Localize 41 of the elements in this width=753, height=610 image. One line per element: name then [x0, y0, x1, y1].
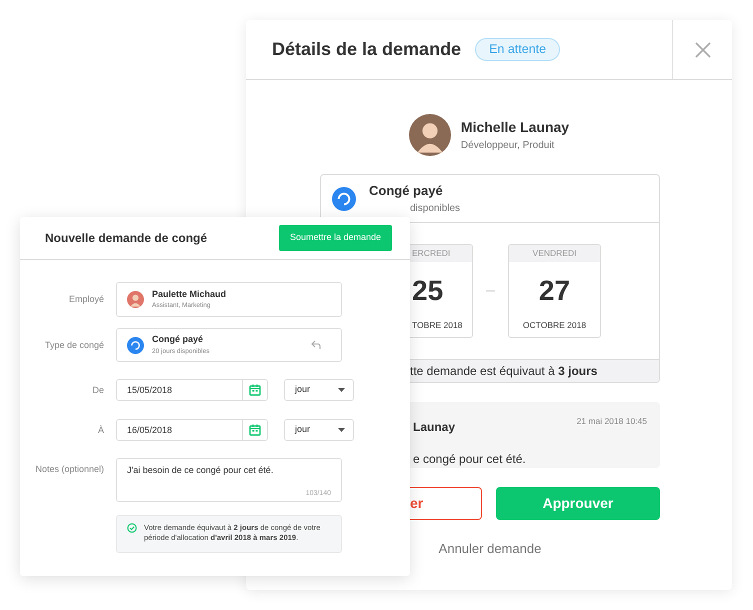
- field-label: Notes (optionnel): [34, 463, 104, 476]
- field-label: Type de congé: [44, 339, 104, 352]
- leave-type-name: Congé payé: [152, 333, 204, 346]
- unit-select[interactable]: jour: [284, 419, 354, 441]
- caret-icon: [338, 428, 345, 432]
- date-field[interactable]: 16/05/2018: [116, 419, 268, 441]
- employee-name: Paulette Michaud: [152, 288, 226, 301]
- check-icon: [127, 523, 137, 533]
- status-badge: En attente: [475, 38, 560, 61]
- employee-name: Michelle Launay: [460, 118, 570, 137]
- date-field[interactable]: 15/05/2018: [116, 379, 268, 401]
- close-icon: [694, 42, 710, 58]
- undo-icon[interactable]: [311, 340, 321, 350]
- comment-text: e congé pour cet été.: [413, 451, 527, 468]
- caret-icon: [338, 388, 345, 392]
- month-label: TOBRE 2018: [411, 319, 464, 332]
- avatar: [127, 291, 144, 308]
- cancel-link[interactable]: Annuler demande: [438, 541, 542, 556]
- field-label: À: [96, 424, 104, 437]
- comment-author: Launay: [413, 419, 456, 436]
- calendar-icon[interactable]: [249, 424, 261, 436]
- avatar: [408, 114, 451, 156]
- unit-select[interactable]: jour: [284, 379, 354, 401]
- notes-text: J'ai besoin de ce congé pour cet été.: [127, 464, 274, 477]
- calendar-icon[interactable]: [249, 384, 261, 396]
- date-separator: –: [485, 281, 496, 301]
- reject-button[interactable]: er: [410, 487, 482, 520]
- dialog-title: Détails de la demande: [271, 38, 462, 61]
- weekday-label: VENDREDI: [509, 245, 600, 262]
- leave-balance: disponibles: [410, 202, 460, 216]
- field-label: De: [91, 384, 104, 397]
- employee-role: Développeur, Produit: [460, 139, 556, 153]
- comment-time: 21 mai 2018 10:45: [576, 415, 647, 428]
- day-number: 25: [411, 277, 444, 305]
- field-label: Employé: [68, 293, 104, 306]
- month-label: OCTOBRE 2018: [522, 319, 588, 332]
- close-button[interactable]: [672, 20, 732, 79]
- day-number: 27: [538, 277, 572, 305]
- weekday-label: ERCREDI: [407, 245, 472, 262]
- form-title: Nouvelle demande de congé: [45, 230, 208, 247]
- leave-type-name: Congé payé: [369, 182, 444, 200]
